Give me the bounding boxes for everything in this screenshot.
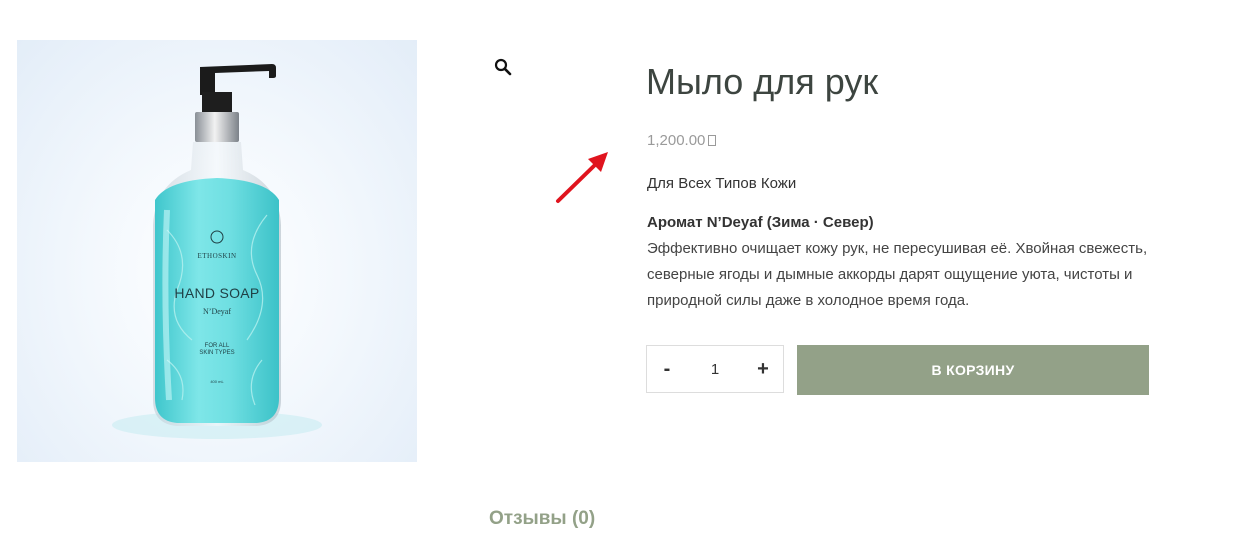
aroma-heading: Аромат N’Deyaf (Зима · Север) [647,214,874,231]
quantity-increase-button[interactable]: + [743,346,783,392]
bottle-skin-text: FOR ALL SKIN TYPES [199,343,235,356]
add-to-cart-button[interactable]: В КОРЗИНУ [797,345,1149,395]
tab-reviews[interactable]: Отзывы (0) [489,508,595,530]
price-value: 1,200.00 [647,132,706,149]
product-description: Эффективно очищает кожу рук, не пересуши… [647,240,1148,309]
currency-symbol [708,135,717,146]
soap-bottle-illustration [112,64,322,439]
red-arrow-annotation [556,152,608,203]
bottle-product-text: HAND SOAP [174,285,260,301]
product-subtitle: Для Всех Типов Кожи [647,175,797,192]
bottle-scent-text: N’Deyaf [203,307,231,316]
product-price: 1,200.00 [647,132,717,149]
quantity-input[interactable] [693,353,737,385]
bottle-brand-text: ETHOSKIN [197,252,237,260]
zoom-button[interactable] [489,53,517,81]
product-title: Мыло для рук [646,61,879,102]
product-image[interactable]: ETHOSKIN HAND SOAP N’Deyaf FOR ALL SKIN … [17,40,417,462]
quantity-decrease-button[interactable]: - [647,346,687,392]
bottle-volume-text: 400 mL [210,379,224,384]
quantity-stepper: - + [646,345,784,393]
magnifier-icon [494,58,512,76]
